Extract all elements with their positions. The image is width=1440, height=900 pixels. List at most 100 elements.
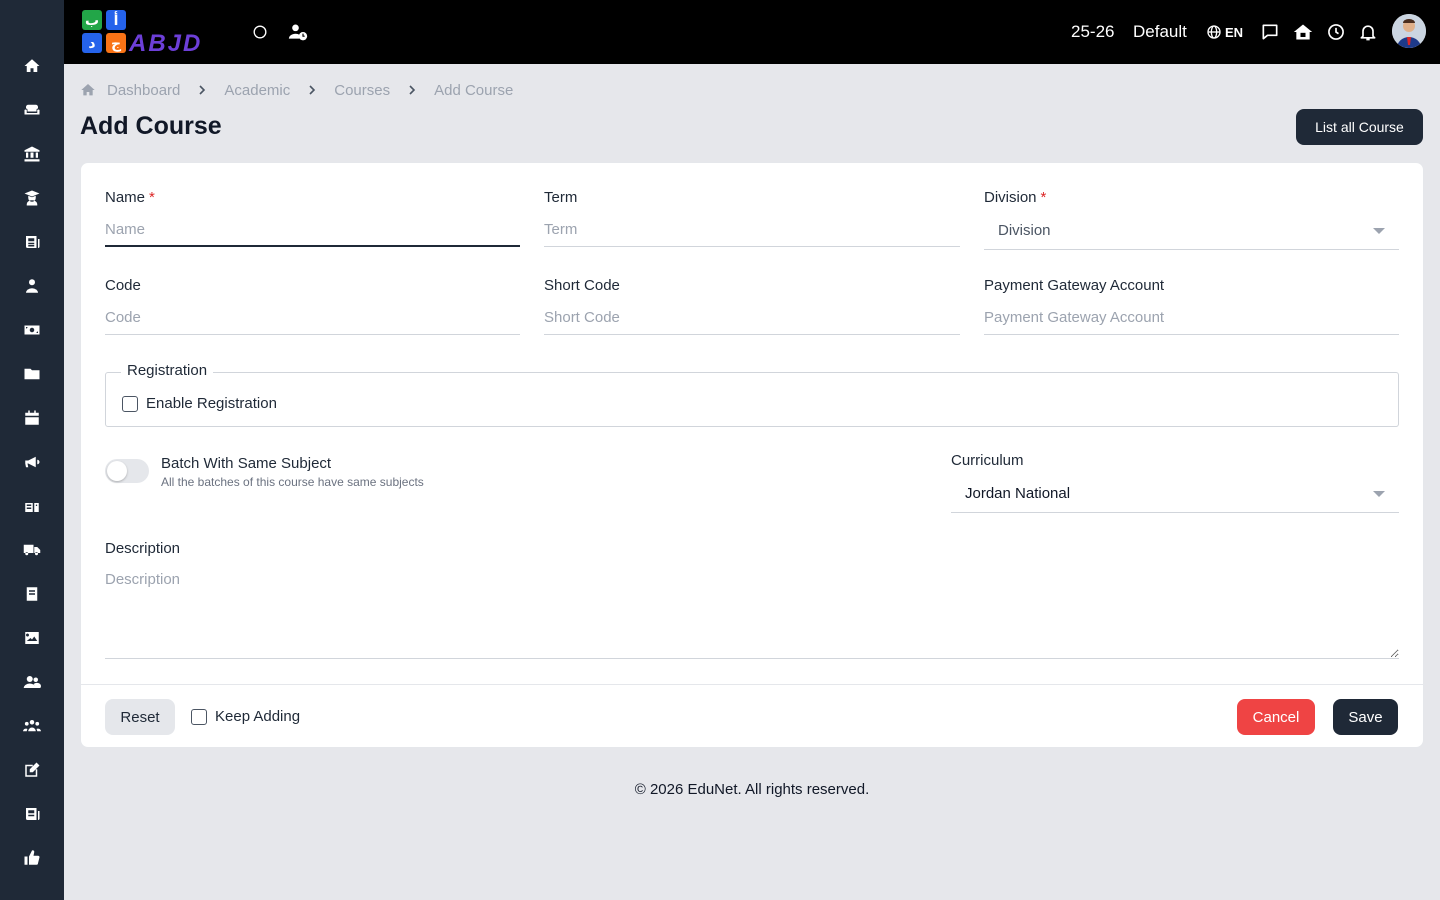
card-divider xyxy=(81,684,1423,685)
name-label: Name * xyxy=(105,189,155,206)
sidebar-item-library[interactable] xyxy=(16,578,48,610)
breadcrumb-current: Add Course xyxy=(434,81,514,99)
sidebar-item-feedback[interactable] xyxy=(16,842,48,874)
list-all-course-button[interactable]: List all Course xyxy=(1296,109,1423,145)
caret-down-icon xyxy=(1373,491,1385,497)
megaphone-icon xyxy=(25,456,40,468)
required-marker: * xyxy=(149,189,155,206)
globe-icon xyxy=(1207,25,1221,39)
user-clock-icon[interactable] xyxy=(286,20,310,44)
sidebar-item-groups[interactable] xyxy=(16,710,48,742)
sofa-icon xyxy=(24,104,40,115)
enable-registration-checkbox[interactable] xyxy=(122,396,138,412)
home-icon xyxy=(81,84,95,96)
fees-icon xyxy=(25,503,39,512)
breadcrumb: Dashboard Academic Courses Add Course xyxy=(80,80,513,100)
sidebar-item-calendar[interactable] xyxy=(16,402,48,434)
page-title: Add Course xyxy=(80,112,222,140)
curriculum-value: Jordan National xyxy=(965,485,1071,502)
name-input[interactable] xyxy=(105,213,520,247)
short-code-input[interactable] xyxy=(544,301,960,335)
sidebar-item-reports[interactable] xyxy=(16,798,48,830)
batch-same-subject-title: Batch With Same Subject xyxy=(161,455,332,472)
clock-icon[interactable] xyxy=(1324,20,1348,44)
top-bar: ب أ د ج ABJD 25-26 Default EN xyxy=(64,0,1440,64)
sidebar-item-rooms[interactable] xyxy=(16,94,48,126)
payment-gateway-label: Payment Gateway Account xyxy=(984,277,1165,294)
payment-gateway-input[interactable] xyxy=(984,301,1399,335)
truck-icon xyxy=(23,544,41,556)
breadcrumb-academic[interactable]: Academic xyxy=(224,82,290,99)
sidebar-item-files[interactable] xyxy=(16,358,48,390)
status-circle-icon[interactable] xyxy=(248,20,272,44)
registration-fieldset xyxy=(105,372,1399,427)
division-select[interactable]: Division xyxy=(984,212,1399,250)
save-button[interactable]: Save xyxy=(1333,699,1398,735)
sidebar-item-exams[interactable] xyxy=(16,754,48,786)
user-tie-icon xyxy=(26,279,38,293)
cancel-button[interactable]: Cancel xyxy=(1237,699,1315,735)
chevron-right-icon xyxy=(390,84,434,96)
news-icon xyxy=(26,236,40,248)
description-label: Description xyxy=(105,540,181,557)
short-code-label: Short Code xyxy=(544,277,620,294)
money-icon xyxy=(24,325,40,335)
required-marker: * xyxy=(1040,189,1047,206)
term-input[interactable] xyxy=(544,213,960,247)
keep-adding-checkbox[interactable] xyxy=(191,709,207,725)
code-input[interactable] xyxy=(105,301,520,335)
institution-icon xyxy=(24,146,40,162)
logo-tile: ج xyxy=(106,33,126,53)
sidebar-item-students[interactable] xyxy=(16,182,48,214)
sidebar-item-news[interactable] xyxy=(16,226,48,258)
logo-wordmark: ABJD xyxy=(129,30,203,57)
sidebar-item-institution[interactable] xyxy=(16,138,48,170)
users-icon xyxy=(23,676,41,688)
code-label: Code xyxy=(105,277,141,294)
curriculum-label: Curriculum xyxy=(951,452,1024,469)
graduate-icon xyxy=(24,190,40,206)
book-icon xyxy=(26,587,38,601)
language-code: EN xyxy=(1225,24,1244,40)
curriculum-select[interactable]: Jordan National xyxy=(951,475,1399,513)
sidebar-item-home[interactable] xyxy=(16,50,48,82)
language-switcher[interactable]: EN xyxy=(1206,20,1243,44)
home-lock-icon[interactable] xyxy=(1291,20,1315,44)
breadcrumb-home[interactable] xyxy=(80,82,96,98)
abjd-logo[interactable]: ب أ د ج ABJD xyxy=(80,8,226,57)
breadcrumb-courses[interactable]: Courses xyxy=(334,82,390,99)
sidebar-item-users[interactable] xyxy=(16,666,48,698)
sidebar-item-transport[interactable] xyxy=(16,534,48,566)
enable-registration-label[interactable]: Enable Registration xyxy=(146,395,277,412)
sidebar-item-staff[interactable] xyxy=(16,270,48,302)
sidebar xyxy=(0,0,64,900)
batch-same-subject-toggle[interactable] xyxy=(105,459,149,483)
user-avatar[interactable] xyxy=(1392,14,1426,48)
keep-adding-label[interactable]: Keep Adding xyxy=(215,708,300,725)
sidebar-item-gallery[interactable] xyxy=(16,622,48,654)
academic-year[interactable]: 25-26 xyxy=(1071,20,1114,44)
chat-icon[interactable] xyxy=(1258,20,1282,44)
calendar-icon xyxy=(25,410,39,425)
sidebar-item-announcements[interactable] xyxy=(16,446,48,478)
logo-tile: ب xyxy=(82,10,102,30)
chevron-right-icon xyxy=(290,84,334,96)
profile-label[interactable]: Default xyxy=(1133,20,1187,44)
reset-button[interactable]: Reset xyxy=(105,699,175,735)
home-icon xyxy=(24,59,40,72)
group-icon xyxy=(23,720,41,732)
division-label: Division * xyxy=(984,189,1047,206)
registration-legend: Registration xyxy=(121,362,214,379)
sidebar-item-fees[interactable] xyxy=(16,490,48,522)
bell-icon[interactable] xyxy=(1356,20,1380,44)
footer-copyright: © 2026 EduNet. All rights reserved. xyxy=(634,781,870,798)
breadcrumb-dashboard[interactable]: Dashboard xyxy=(107,82,180,99)
caret-down-icon xyxy=(1373,228,1385,234)
sidebar-item-finance[interactable] xyxy=(16,314,48,346)
description-textarea[interactable] xyxy=(105,567,1399,659)
toggle-knob xyxy=(107,461,127,481)
thumbs-up-icon xyxy=(24,850,40,865)
division-placeholder: Division xyxy=(998,222,1051,239)
logo-tile: أ xyxy=(106,10,126,30)
chevron-right-icon xyxy=(180,84,224,96)
